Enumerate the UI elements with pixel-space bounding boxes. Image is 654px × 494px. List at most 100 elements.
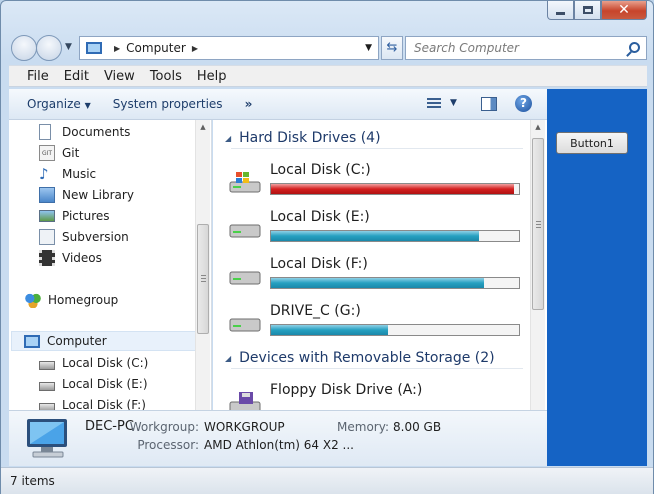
nav-item-homegroup[interactable]: Homegroup xyxy=(25,290,118,310)
content-pane: ◢ Hard Disk Drives (4) Local Disk (C:) L… xyxy=(213,120,547,410)
menu-edit[interactable]: Edit xyxy=(64,69,89,84)
drive-usage-fill xyxy=(271,184,515,194)
menu-file[interactable]: File xyxy=(27,69,49,84)
scroll-thumb[interactable] xyxy=(532,138,544,310)
minimize-button[interactable] xyxy=(547,1,574,20)
menu-help[interactable]: Help xyxy=(197,69,227,84)
navigation-bar: ▼ ▶ Computer ▶ ▼ ⇆ xyxy=(9,33,647,61)
drive-usage-bar xyxy=(270,277,520,289)
drive-usage-fill xyxy=(271,278,485,288)
nav-item-label: Music xyxy=(62,167,97,181)
chevron-down-icon: ▼ xyxy=(84,101,91,110)
forward-button[interactable] xyxy=(36,35,62,61)
computer-icon xyxy=(24,334,40,348)
scroll-up-icon[interactable]: ▲ xyxy=(196,120,210,135)
status-bar: 7 items xyxy=(1,467,653,494)
system-properties-button[interactable]: System properties xyxy=(113,97,223,111)
refresh-button[interactable]: ⇆ xyxy=(381,36,403,60)
drive-name: Local Disk (C:) xyxy=(270,162,371,178)
scroll-up-icon[interactable]: ▲ xyxy=(531,120,545,135)
nav-item-music[interactable]: ♪ Music xyxy=(39,164,96,184)
nav-item-local-disk-f[interactable]: Local Disk (F:) xyxy=(39,395,146,410)
drive-usage-fill xyxy=(271,231,480,241)
drive-name: Local Disk (E:) xyxy=(270,209,370,225)
drive-icon xyxy=(229,271,261,285)
drive-drive-c-g[interactable]: DRIVE_C (G:) xyxy=(229,301,529,345)
help-icon[interactable]: ? xyxy=(515,95,532,112)
drive-local-disk-f[interactable]: Local Disk (F:) xyxy=(229,254,529,298)
address-bar[interactable]: ▶ Computer ▶ ▼ xyxy=(79,36,379,60)
homegroup-icon xyxy=(25,292,41,308)
search-box xyxy=(405,36,647,60)
nav-item-git[interactable]: GIT Git xyxy=(39,143,79,163)
processor-value: AMD Athlon(tm) 64 X2 ... xyxy=(204,438,354,452)
group-header-hard-disks[interactable]: ◢ Hard Disk Drives (4) xyxy=(225,130,381,146)
change-view-icon[interactable] xyxy=(427,98,441,110)
breadcrumb-chevron-icon[interactable]: ▶ xyxy=(114,44,120,53)
explorer-window: ✕ ▼ ▶ Computer ▶ ▼ ⇆ File Edit View Tool… xyxy=(0,0,654,494)
nav-item-label: Local Disk (C:) xyxy=(62,356,149,370)
nav-item-label: Git xyxy=(62,146,80,160)
nav-item-label: Homegroup xyxy=(48,293,119,307)
maximize-icon xyxy=(582,6,593,14)
refresh-icon: ⇆ xyxy=(386,40,398,55)
recent-pages-dropdown-icon[interactable]: ▼ xyxy=(65,42,72,52)
computer-icon xyxy=(27,419,67,458)
workgroup-value: WORKGROUP xyxy=(204,420,285,434)
more-commands-button[interactable]: » xyxy=(245,97,253,111)
menu-tools[interactable]: Tools xyxy=(150,69,182,84)
pictures-icon xyxy=(39,210,55,222)
close-button[interactable]: ✕ xyxy=(601,1,647,20)
memory-value: 8.00 GB xyxy=(393,420,442,434)
organize-button[interactable]: Organize ▼ xyxy=(27,97,91,111)
drive-floppy-a[interactable]: Floppy Disk Drive (A:) xyxy=(229,380,529,410)
scroll-thumb[interactable] xyxy=(197,224,209,334)
drive-local-disk-c[interactable]: Local Disk (C:) xyxy=(229,160,529,204)
git-icon: GIT xyxy=(39,145,55,161)
group-header-removable[interactable]: ◢ Devices with Removable Storage (2) xyxy=(225,350,495,366)
nav-item-local-disk-e[interactable]: Local Disk (E:) xyxy=(39,374,148,394)
computer-icon xyxy=(86,42,102,54)
drive-usage-bar xyxy=(270,230,520,242)
nav-item-subversion[interactable]: Subversion xyxy=(39,227,129,247)
drive-icon xyxy=(39,403,55,410)
nav-item-label: Pictures xyxy=(62,209,110,223)
drive-icon xyxy=(39,382,55,391)
nav-item-label: Computer xyxy=(47,334,107,348)
library-icon xyxy=(39,187,55,203)
breadcrumb-chevron-icon[interactable]: ▶ xyxy=(192,44,198,53)
breadcrumb-computer[interactable]: Computer xyxy=(126,41,186,55)
drive-name: Local Disk (F:) xyxy=(270,256,368,272)
button1[interactable]: Button1 xyxy=(556,132,628,154)
documents-icon xyxy=(39,124,51,140)
nav-pane-scrollbar[interactable]: ▲ xyxy=(195,120,210,410)
address-dropdown-icon[interactable]: ▼ xyxy=(365,43,372,53)
nav-item-computer[interactable]: Computer xyxy=(11,331,197,351)
maximize-button[interactable] xyxy=(574,1,601,20)
collapse-chevron-icon[interactable]: ◢ xyxy=(225,134,231,143)
videos-icon xyxy=(39,250,55,266)
music-icon: ♪ xyxy=(39,165,49,183)
preview-pane-icon[interactable] xyxy=(481,97,497,111)
back-button[interactable] xyxy=(11,35,37,61)
nav-item-new-library[interactable]: New Library xyxy=(39,185,134,205)
content-scrollbar[interactable]: ▲ xyxy=(530,120,545,410)
collapse-chevron-icon[interactable]: ◢ xyxy=(225,354,231,363)
group-header-label: Devices with Removable Storage (2) xyxy=(239,350,495,366)
windows-drive-icon xyxy=(39,361,55,370)
organize-label: Organize xyxy=(27,97,81,111)
nav-item-label: Subversion xyxy=(62,230,129,244)
view-dropdown-icon[interactable]: ▼ xyxy=(450,98,457,108)
search-input[interactable] xyxy=(414,41,624,55)
drive-local-disk-e[interactable]: Local Disk (E:) xyxy=(229,207,529,251)
search-icon[interactable] xyxy=(629,42,640,53)
drive-name: DRIVE_C (G:) xyxy=(270,303,361,319)
floppy-drive-icon xyxy=(229,392,261,410)
nav-item-documents[interactable]: Documents xyxy=(39,122,130,142)
nav-item-videos[interactable]: Videos xyxy=(39,248,102,268)
nav-item-pictures[interactable]: Pictures xyxy=(39,206,110,226)
drive-icon xyxy=(229,224,261,238)
caption-buttons: ✕ xyxy=(547,1,647,20)
nav-item-local-disk-c[interactable]: Local Disk (C:) xyxy=(39,353,148,373)
menu-view[interactable]: View xyxy=(104,69,135,84)
